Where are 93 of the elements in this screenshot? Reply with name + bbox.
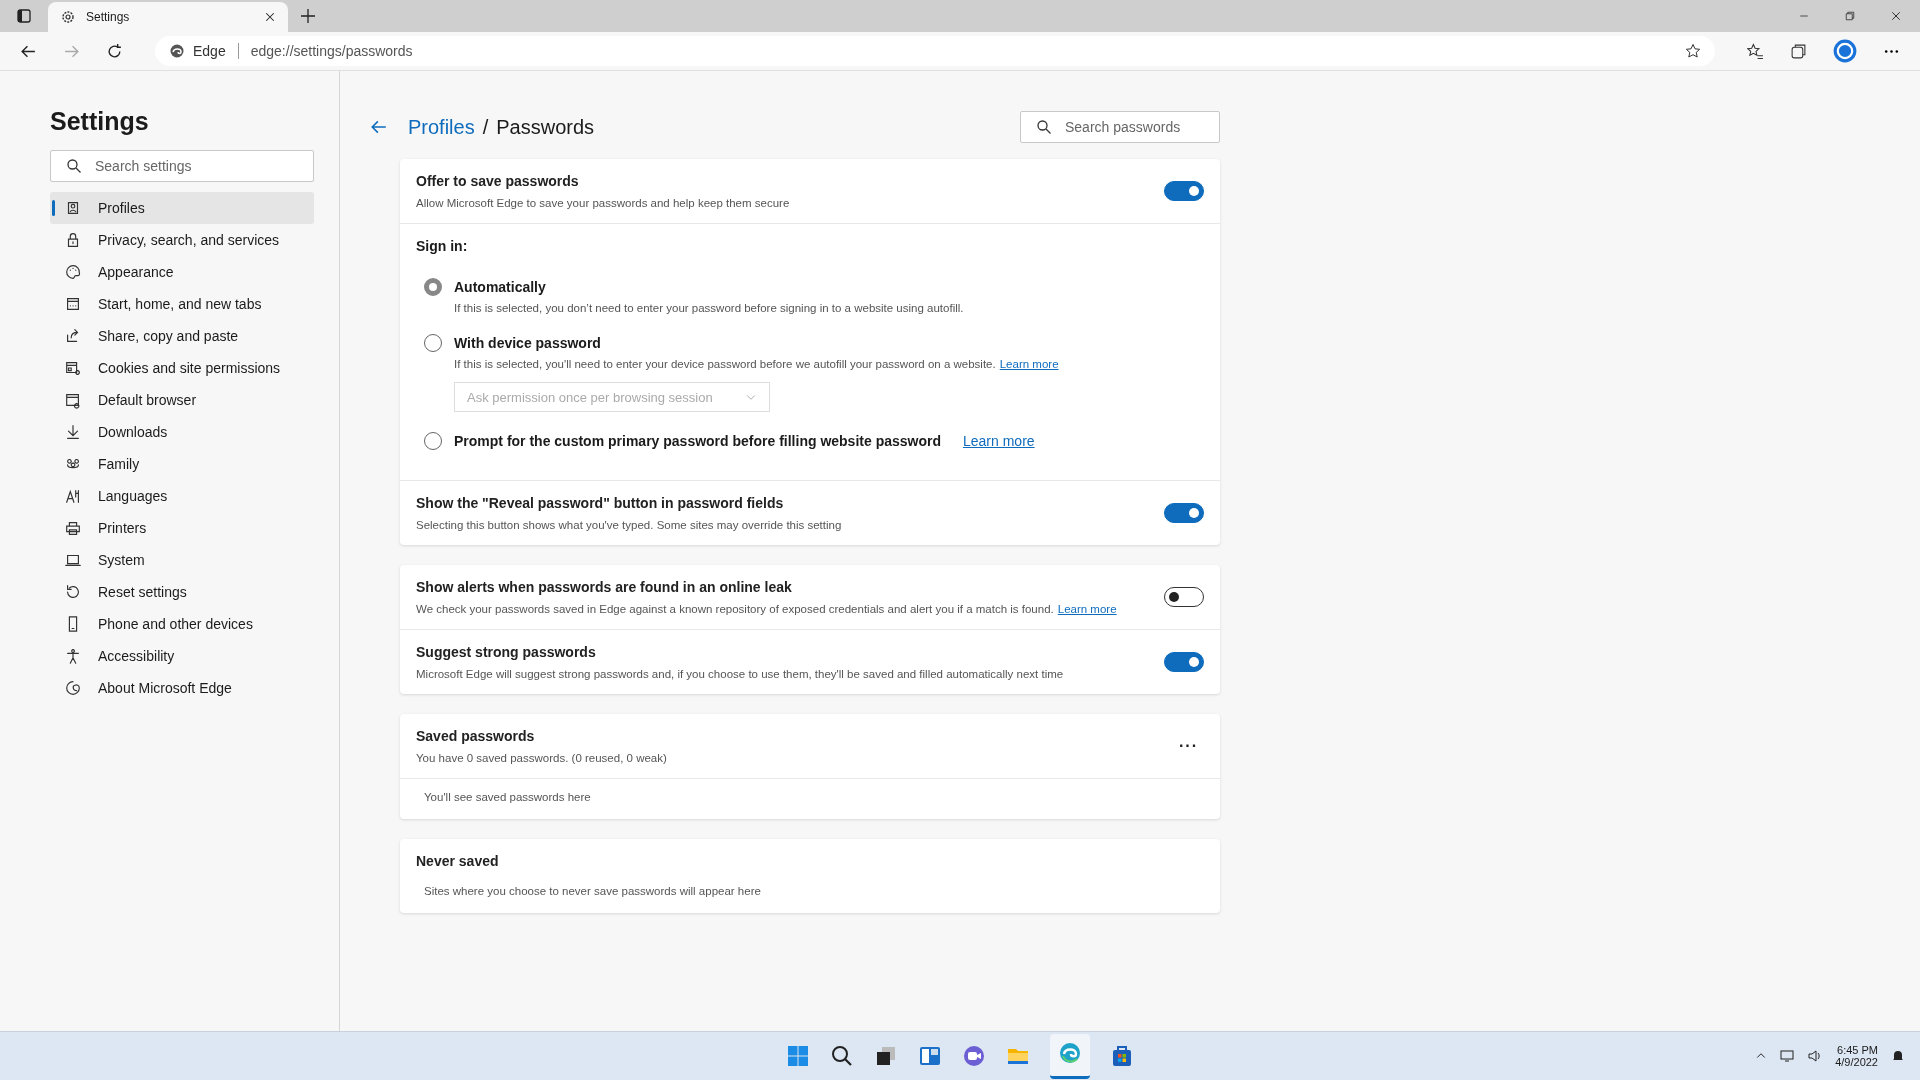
nav-icon xyxy=(64,263,82,281)
close-icon[interactable] xyxy=(264,11,276,23)
store-icon[interactable] xyxy=(1110,1044,1134,1068)
add-favorite-icon[interactable] xyxy=(1685,43,1701,59)
profile-avatar-icon[interactable] xyxy=(1833,39,1857,63)
sidebar-item[interactable]: Downloads xyxy=(50,416,314,448)
search-icon[interactable] xyxy=(830,1044,854,1068)
nav-icon xyxy=(64,583,82,601)
search-icon xyxy=(1036,119,1052,135)
nav-icon xyxy=(64,679,82,697)
learn-more-link[interactable]: Learn more xyxy=(999,358,1059,370)
url-text: edge://settings/passwords xyxy=(250,43,414,59)
section-subtitle: You have 0 saved passwords. (0 reused, 0 weak) xyxy=(416,752,667,764)
setting-description: Selecting this button shows what you've typed. Some sites may override this setting xyxy=(416,519,842,531)
section-label: Sign in: xyxy=(416,238,469,254)
new-tab-icon[interactable] xyxy=(300,8,316,24)
browser-logo-icon xyxy=(1058,1040,1082,1065)
page-title: Passwords xyxy=(496,115,595,139)
collections-icon[interactable] xyxy=(1790,42,1807,60)
setting-title: Show the "Reveal password" button in password fields xyxy=(416,495,785,511)
widgets-icon[interactable] xyxy=(918,1044,942,1068)
sidebar-item[interactable]: Cookies and site permissions xyxy=(50,352,314,384)
clock-date: 4/9/2022 xyxy=(1835,1056,1878,1068)
nav-icon xyxy=(64,359,82,377)
sidebar-item[interactable]: Share, copy and paste xyxy=(50,320,314,352)
setting-description: Allow Microsoft Edge to save your passwords and help keep them secure xyxy=(416,197,790,209)
empty-message: Sites where you choose to never save passwords will appear here xyxy=(424,885,761,897)
search-icon xyxy=(66,158,82,174)
setting-title: Suggest strong passwords xyxy=(416,644,597,660)
toggle-switch[interactable] xyxy=(1164,587,1204,607)
radio-button[interactable] xyxy=(424,432,442,450)
option-label: Prompt for the custom primary password before filling website password xyxy=(454,433,941,449)
search-field[interactable]: Search settings xyxy=(50,150,314,182)
option-label: With device password xyxy=(454,335,601,351)
sidebar-item[interactable]: Languages xyxy=(50,480,314,512)
sidebar-item[interactable]: Phone and other devices xyxy=(50,608,314,640)
clock-time: 6:45 PM xyxy=(1837,1044,1878,1056)
refresh-icon[interactable] xyxy=(106,42,123,60)
sidebar-item[interactable]: Printers xyxy=(50,512,314,544)
radio-button[interactable] xyxy=(424,278,442,296)
search-field[interactable]: Search passwords xyxy=(1020,111,1220,143)
chat-icon[interactable] xyxy=(962,1044,986,1068)
sidebar-item[interactable]: Start, home, and new tabs xyxy=(50,288,314,320)
gear-icon xyxy=(60,9,76,25)
close-icon[interactable] xyxy=(1890,10,1902,22)
sidebar-item[interactable]: Profiles xyxy=(50,192,314,224)
sidebar-item[interactable]: Appearance xyxy=(50,256,314,288)
section-title: Never saved xyxy=(416,853,500,869)
tab-actions-icon[interactable] xyxy=(16,8,32,24)
toggle-switch[interactable] xyxy=(1164,652,1204,672)
setting-title: Offer to save passwords xyxy=(416,173,580,189)
sidebar-item[interactable]: Accessibility xyxy=(50,640,314,672)
taskbar-app[interactable] xyxy=(1050,1033,1090,1079)
nav-icon xyxy=(64,391,82,409)
option-description: If this is selected, you'll need to enter your device password before we autofill your password on a website. xyxy=(454,358,996,370)
section-title: Saved passwords xyxy=(416,728,536,744)
option-description: If this is selected, you don’t need to enter your password before signing in to a website using autofill. xyxy=(454,302,964,314)
sidebar-item[interactable]: Reset settings xyxy=(50,576,314,608)
breadcrumb-separator: / xyxy=(482,115,489,139)
option-label: Automatically xyxy=(454,279,546,295)
sidebar-item[interactable]: About Microsoft Edge xyxy=(50,672,314,704)
address-bar[interactable]: Edge edge://settings/passwords xyxy=(155,36,1715,66)
browser-tab[interactable]: Settings xyxy=(48,2,288,32)
learn-more-link[interactable]: Learn more xyxy=(963,433,1035,449)
start-icon[interactable] xyxy=(786,1044,810,1068)
site-label: Edge xyxy=(193,43,226,59)
nav-icon xyxy=(64,647,82,665)
task-view-icon[interactable] xyxy=(874,1044,898,1068)
setting-title: Show alerts when passwords are found in an online leak xyxy=(416,579,793,595)
restore-icon[interactable] xyxy=(1844,10,1856,22)
nav-icon xyxy=(64,519,82,537)
sidebar-item[interactable]: Default browser xyxy=(50,384,314,416)
nav-icon xyxy=(64,423,82,441)
back-arrow-icon[interactable] xyxy=(370,118,388,136)
learn-more-link[interactable]: Learn more xyxy=(1057,603,1117,615)
breadcrumb-link[interactable]: Profiles xyxy=(408,115,475,139)
sidebar-item[interactable]: System xyxy=(50,544,314,576)
sidebar-item[interactable]: Privacy, search, and services xyxy=(50,224,314,256)
toggle-switch[interactable] xyxy=(1164,503,1204,523)
setting-description: We check your passwords saved in Edge against a known repository of exposed credentials and alert you if a match is found. xyxy=(416,603,1054,615)
nav-icon xyxy=(64,487,82,505)
more-options-button[interactable]: ··· xyxy=(1173,736,1204,756)
toggle-switch[interactable] xyxy=(1164,181,1204,201)
monitor-icon[interactable] xyxy=(1779,1048,1796,1064)
radio-button[interactable] xyxy=(424,334,442,352)
tab-title: Settings xyxy=(86,10,131,24)
favorites-icon[interactable] xyxy=(1747,42,1764,60)
empty-message: You'll see saved passwords here xyxy=(424,791,591,803)
nav-icon xyxy=(64,295,82,313)
settings-title: Settings xyxy=(50,107,150,136)
browser-logo-icon xyxy=(169,43,185,59)
setting-description: Microsoft Edge will suggest strong passwords and, if you choose to use them, they'll be saved and filled automatically next time xyxy=(416,668,1064,680)
sidebar-item[interactable]: Family xyxy=(50,448,314,480)
